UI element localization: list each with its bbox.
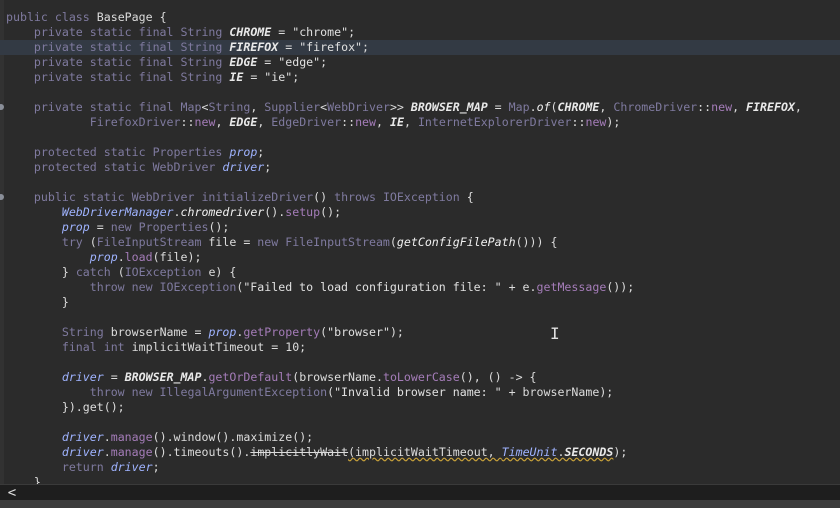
code-line[interactable]: protected static Properties prop; — [6, 145, 840, 160]
code-editor[interactable]: public class BasePage { private static f… — [0, 0, 840, 484]
code-lines[interactable]: public class BasePage { private static f… — [0, 10, 840, 484]
code-line[interactable] — [6, 310, 840, 325]
status-bar — [0, 500, 840, 508]
chevron-left-icon[interactable]: < — [4, 485, 20, 501]
code-line[interactable]: private static final String IE = "ie"; — [6, 70, 840, 85]
code-line[interactable]: try (FileInputStream file = new FileInpu… — [6, 235, 840, 250]
annotation-marker[interactable] — [0, 104, 4, 110]
code-line[interactable]: private static final String CHROME = "ch… — [6, 25, 840, 40]
code-line[interactable]: } — [6, 295, 840, 310]
code-line[interactable]: FirefoxDriver::new, EDGE, EdgeDriver::ne… — [6, 115, 840, 130]
code-line[interactable]: throw new IOException("Failed to load co… — [6, 280, 840, 295]
code-line[interactable]: protected static WebDriver driver; — [6, 160, 840, 175]
code-line[interactable]: driver = BROWSER_MAP.getOrDefault(browse… — [6, 370, 840, 385]
code-line[interactable]: private static final Map<String, Supplie… — [6, 100, 840, 115]
horizontal-scrollbar[interactable]: < — [0, 484, 840, 501]
code-line[interactable] — [6, 175, 840, 190]
editor-gutter — [0, 0, 4, 484]
code-line[interactable]: WebDriverManager.chromedriver().setup(); — [6, 205, 840, 220]
code-line[interactable]: return driver; — [6, 460, 840, 475]
text-cursor-icon: I — [550, 324, 560, 343]
code-line[interactable] — [6, 415, 840, 430]
code-line[interactable]: } catch (IOException e) { — [6, 265, 840, 280]
code-line[interactable]: }).get(); — [6, 400, 840, 415]
code-line[interactable]: String browserName = prop.getProperty("b… — [6, 325, 840, 340]
code-line[interactable] — [6, 130, 840, 145]
code-line[interactable] — [6, 355, 840, 370]
code-line[interactable]: final int implicitWaitTimeout = 10; — [6, 340, 840, 355]
code-line[interactable] — [6, 85, 840, 100]
code-line[interactable]: public static WebDriver initializeDriver… — [6, 190, 840, 205]
code-line-current[interactable]: private static final String FIREFOX = "f… — [0, 40, 840, 55]
annotation-marker[interactable] — [0, 194, 4, 200]
code-line[interactable]: prop.load(file); — [6, 250, 840, 265]
code-line[interactable]: throw new IllegalArgumentException("Inva… — [6, 385, 840, 400]
code-line[interactable]: public class BasePage { — [6, 10, 840, 25]
code-line[interactable]: } — [6, 475, 840, 484]
code-line[interactable]: prop = new Properties(); — [6, 220, 840, 235]
code-line[interactable]: driver.manage().window().maximize(); — [6, 430, 840, 445]
code-line[interactable]: private static final String EDGE = "edge… — [6, 55, 840, 70]
code-line[interactable]: driver.manage().timeouts().implicitlyWai… — [6, 445, 840, 460]
